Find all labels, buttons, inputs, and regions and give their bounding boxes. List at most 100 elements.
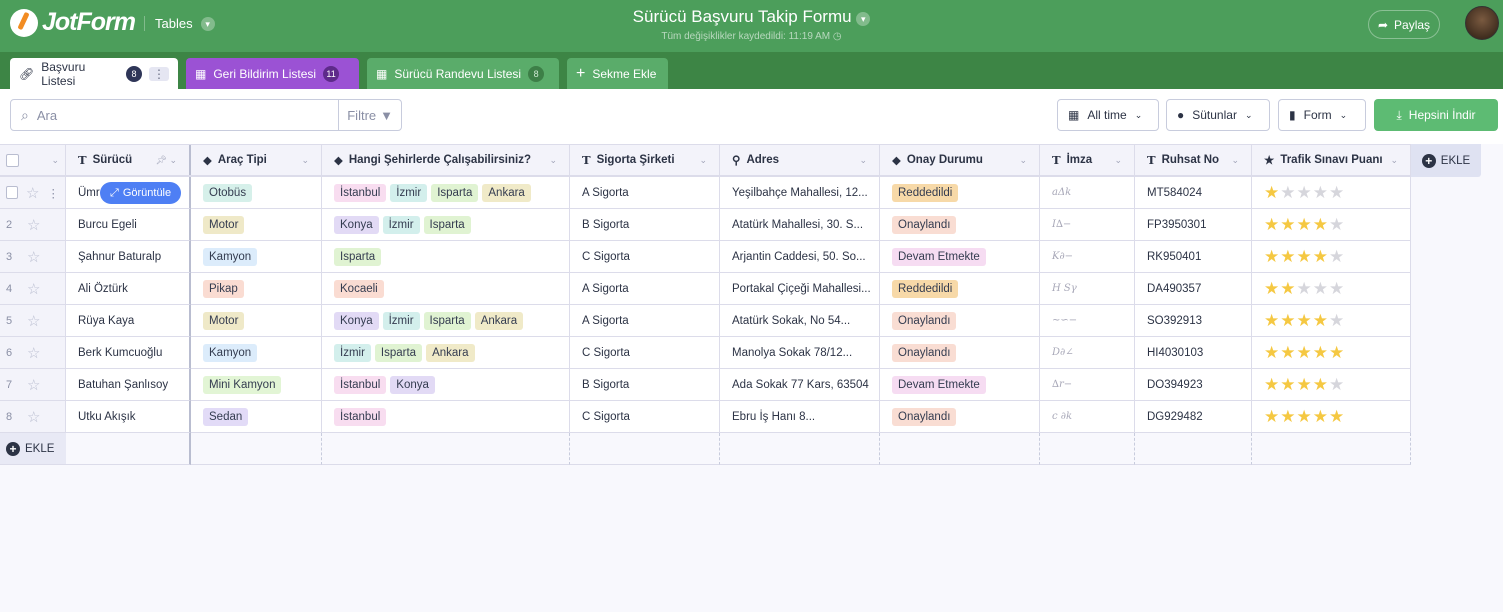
rating-star-icon[interactable]: ★: [1264, 408, 1279, 425]
favorite-star-icon[interactable]: ☆: [26, 184, 39, 202]
cell-signature[interactable]: K∂−: [1040, 241, 1135, 273]
chevron-down-icon[interactable]: ⌄: [1114, 155, 1122, 165]
tab-surucu-randevu-listesi[interactable]: ▦ Sürücü Randevu Listesi 8: [367, 58, 559, 89]
cell-insurer[interactable]: A Sigorta: [570, 177, 720, 209]
cell-status[interactable]: Onaylandı: [880, 337, 1040, 369]
cell-address[interactable]: Ada Sokak 77 Kars, 63504: [720, 369, 880, 401]
cell-status[interactable]: Devam Etmekte: [880, 241, 1040, 273]
rating-star-icon[interactable]: ★: [1297, 376, 1312, 393]
pin-icon[interactable]: 📌︎: [156, 155, 167, 165]
chevron-down-icon[interactable]: ⌄: [549, 155, 557, 165]
favorite-star-icon[interactable]: ☆: [27, 248, 40, 266]
add-tab-button[interactable]: + Sekme Ekle: [567, 58, 668, 89]
cell-driver[interactable]: Ali Öztürk: [66, 273, 191, 305]
select-all-checkbox[interactable]: [6, 153, 19, 167]
rating-star-icon[interactable]: ★: [1297, 216, 1312, 233]
cell-cities[interactable]: Isparta: [322, 241, 570, 273]
cell-address[interactable]: Atatürk Mahallesi, 30. S...: [720, 209, 880, 241]
favorite-star-icon[interactable]: ☆: [27, 376, 40, 394]
cell-license[interactable]: DA490357: [1135, 273, 1252, 305]
rating-star-icon[interactable]: ★: [1329, 184, 1344, 201]
rating-star-icon[interactable]: ★: [1297, 280, 1312, 297]
cell-insurer[interactable]: B Sigorta: [570, 209, 720, 241]
search-input[interactable]: Ara: [37, 108, 338, 123]
rating-star-icon[interactable]: ★: [1297, 408, 1312, 425]
search-box[interactable]: ⌕ Ara Filtre ▼: [10, 99, 402, 131]
cell-insurer[interactable]: A Sigorta: [570, 273, 720, 305]
column-header[interactable]: ◆ Hangi Şehirlerde Çalışabilirsiniz? ⌄: [322, 145, 570, 175]
rating-star-icon[interactable]: ★: [1313, 408, 1328, 425]
cell-vehicle[interactable]: Mini Kamyon: [191, 369, 322, 401]
cell-insurer[interactable]: C Sigorta: [570, 401, 720, 433]
cell-rating[interactable]: ★ ★ ★ ★ ★: [1252, 305, 1411, 337]
date-range-dropdown[interactable]: ▦ All time ⌄: [1057, 99, 1159, 131]
cell-signature[interactable]: aΔk: [1040, 177, 1135, 209]
cell-address[interactable]: Portakal Çiçeği Mahallesi...: [720, 273, 880, 305]
cell-signature[interactable]: ∼∽−: [1040, 305, 1135, 337]
rating-star-icon[interactable]: ★: [1280, 408, 1295, 425]
cell-signature[interactable]: ∆r−: [1040, 369, 1135, 401]
rating-star-icon[interactable]: ★: [1264, 344, 1279, 361]
cell-insurer[interactable]: B Sigorta: [570, 369, 720, 401]
rating-star-icon[interactable]: ★: [1264, 184, 1279, 201]
column-header[interactable]: ⚲ Adres ⌄: [720, 145, 880, 175]
rating-star-icon[interactable]: ★: [1264, 248, 1279, 265]
cell-vehicle[interactable]: Otobüs: [191, 177, 322, 209]
cell-status[interactable]: Onaylandı: [880, 209, 1040, 241]
cell-driver[interactable]: Rüya Kaya: [66, 305, 191, 337]
cell-status[interactable]: Onaylandı: [880, 401, 1040, 433]
cell-driver[interactable]: Berk Kumcuoğlu: [66, 337, 191, 369]
cell-status[interactable]: Reddedildi: [880, 177, 1040, 209]
rating-star-icon[interactable]: ★: [1313, 376, 1328, 393]
rating-star-icon[interactable]: ★: [1280, 312, 1295, 329]
cell-rating[interactable]: ★ ★ ★ ★ ★: [1252, 337, 1411, 369]
chevron-down-icon[interactable]: ⌄: [169, 155, 177, 165]
cell-license[interactable]: HI4030103: [1135, 337, 1252, 369]
rating-star-icon[interactable]: ★: [1329, 216, 1344, 233]
rating-star-icon[interactable]: ★: [1329, 376, 1344, 393]
cell-cities[interactable]: İzmir Isparta Ankara: [322, 337, 570, 369]
cell-rating[interactable]: ★ ★ ★ ★ ★: [1252, 273, 1411, 305]
rating-star-icon[interactable]: ★: [1280, 280, 1295, 297]
rating-star-icon[interactable]: ★: [1264, 376, 1279, 393]
rating-star-icon[interactable]: ★: [1329, 312, 1344, 329]
cell-vehicle[interactable]: Pikap: [191, 273, 322, 305]
share-button[interactable]: ➦ Paylaş: [1368, 10, 1440, 39]
column-header[interactable]: ★ Trafik Sınavı Puanı ⌄: [1252, 145, 1411, 175]
rating-star-icon[interactable]: ★: [1313, 184, 1328, 201]
cell-signature[interactable]: H Sγ: [1040, 273, 1135, 305]
cell-rating[interactable]: ★ ★ ★ ★ ★: [1252, 369, 1411, 401]
table-row[interactable]: 8 ☆ Utku Akışık Sedan İstanbul C Sigorta Ebru …: [0, 401, 1411, 433]
cell-vehicle[interactable]: Sedan: [191, 401, 322, 433]
cell-signature[interactable]: c ∂k: [1040, 401, 1135, 433]
column-header[interactable]: T Sürücü 📌︎ ⌄: [66, 145, 191, 175]
chevron-down-icon[interactable]: ⌄: [859, 155, 867, 165]
cell-driver[interactable]: Şahnur Baturalp: [66, 241, 191, 273]
chevron-down-icon[interactable]: ⌄: [1019, 155, 1027, 165]
cell-rating[interactable]: ★ ★ ★ ★ ★: [1252, 401, 1411, 433]
rating-star-icon[interactable]: ★: [1280, 248, 1295, 265]
rating-star-icon[interactable]: ★: [1280, 216, 1295, 233]
cell-status[interactable]: Devam Etmekte: [880, 369, 1040, 401]
cell-address[interactable]: Atatürk Sokak, No 54...: [720, 305, 880, 337]
cell-vehicle[interactable]: Kamyon: [191, 241, 322, 273]
tab-geri-bildirim-listesi[interactable]: ▦ Geri Bildirim Listesi 11: [186, 58, 359, 89]
rating-star-icon[interactable]: ★: [1264, 312, 1279, 329]
cell-rating[interactable]: ★ ★ ★ ★ ★: [1252, 241, 1411, 273]
cell-insurer[interactable]: A Sigorta: [570, 305, 720, 337]
rating-star-icon[interactable]: ★: [1329, 280, 1344, 297]
filter-button[interactable]: Filtre ▼: [338, 100, 401, 130]
form-dropdown[interactable]: ▮ Form ⌄: [1278, 99, 1366, 131]
rating-star-icon[interactable]: ★: [1313, 280, 1328, 297]
chevron-down-icon[interactable]: ⌄: [301, 155, 309, 165]
cell-cities[interactable]: Konya İzmir Isparta: [322, 209, 570, 241]
cell-license[interactable]: RK950401: [1135, 241, 1252, 273]
cell-address[interactable]: Arjantin Caddesi, 50. So...: [720, 241, 880, 273]
chevron-down-icon[interactable]: ⌄: [699, 155, 707, 165]
rating-star-icon[interactable]: ★: [1313, 216, 1328, 233]
table-row[interactable]: 3 ☆ Şahnur Baturalp Kamyon Isparta C Sigorta A…: [0, 241, 1411, 273]
table-row[interactable]: 5 ☆ Rüya Kaya Motor Konya İzmir Isparta Ankara A…: [0, 305, 1411, 337]
cell-license[interactable]: SO392913: [1135, 305, 1252, 337]
form-title[interactable]: Sürücü Başvuru Takip Formu ▾: [0, 7, 1503, 27]
rating-star-icon[interactable]: ★: [1280, 184, 1295, 201]
